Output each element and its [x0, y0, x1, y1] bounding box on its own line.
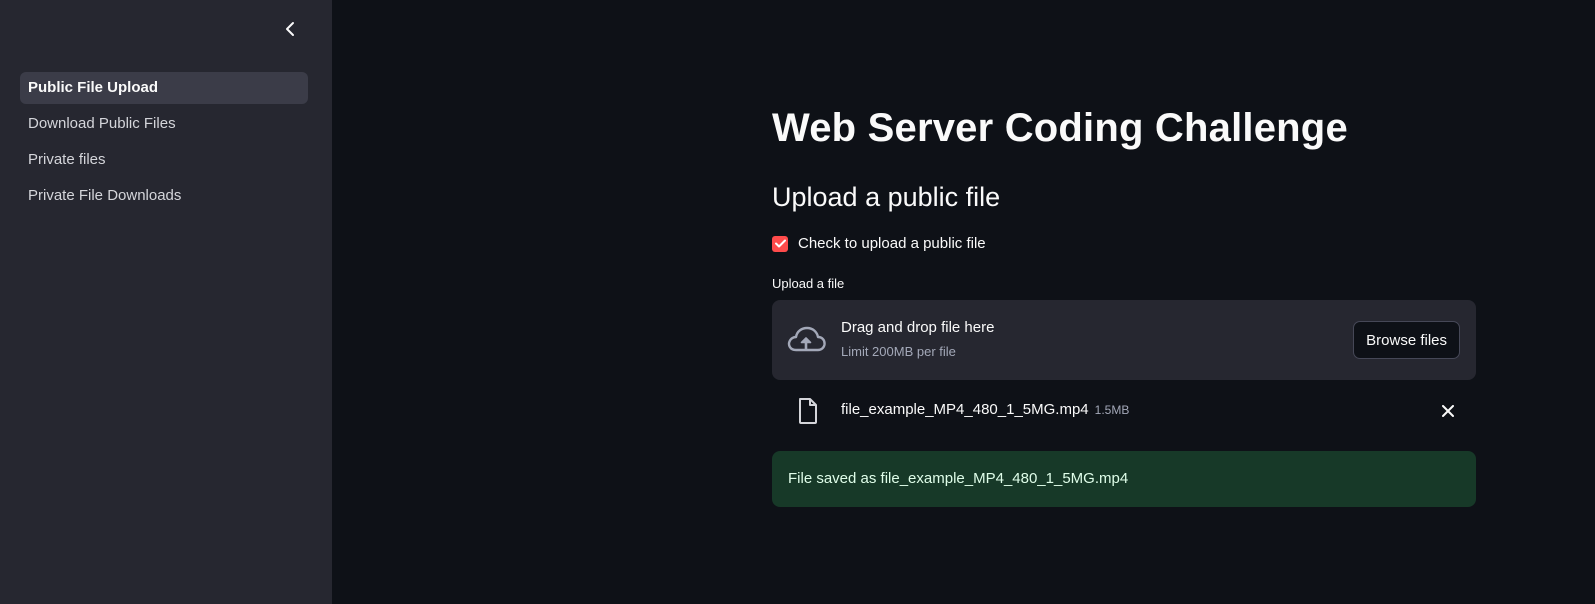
cloud-upload-icon — [787, 326, 826, 352]
page-title: Web Server Coding Challenge — [772, 106, 1348, 150]
dropzone-limit: Limit 200MB per file — [841, 344, 956, 359]
public-upload-checkbox-row[interactable]: Check to upload a public file — [772, 235, 986, 252]
app: Public File Upload Download Public Files… — [0, 0, 1595, 604]
file-uploader-label: Upload a file — [772, 276, 845, 291]
sidebar-nav: Public File Upload Download Public Files… — [20, 72, 308, 216]
uploaded-file-name: file_example_MP4_480_1_5MG.mp4 — [841, 401, 1089, 418]
success-alert: File saved as file_example_MP4_480_1_5MG… — [772, 451, 1476, 507]
chevron-left-icon — [286, 22, 294, 36]
uploaded-file-size: 1.5MB — [1094, 403, 1130, 417]
sidebar-item-public-file-upload[interactable]: Public File Upload — [20, 72, 308, 104]
sidebar-item-private-files[interactable]: Private files — [20, 144, 308, 176]
dropzone-instructions: Drag and drop file here Limit 200MB per … — [841, 319, 994, 359]
dropzone-title: Drag and drop file here — [841, 319, 995, 336]
uploaded-file-info: file_example_MP4_480_1_5MG.mp4 1.5MB — [841, 401, 1129, 418]
sidebar: Public File Upload Download Public Files… — [0, 0, 332, 604]
checkbox-label: Check to upload a public file — [798, 235, 986, 252]
sidebar-item-download-public-files[interactable]: Download Public Files — [20, 108, 308, 140]
browse-files-button[interactable]: Browse files — [1353, 321, 1460, 359]
file-dropzone[interactable]: Drag and drop file here Limit 200MB per … — [772, 300, 1476, 380]
file-icon — [799, 398, 817, 424]
uploaded-file-row: file_example_MP4_480_1_5MG.mp4 1.5MB — [772, 395, 1476, 427]
public-upload-checkbox[interactable] — [772, 235, 788, 252]
collapse-sidebar-button[interactable] — [278, 16, 302, 42]
sidebar-item-private-file-downloads[interactable]: Private File Downloads — [20, 180, 308, 212]
remove-file-button[interactable] — [1436, 399, 1460, 423]
section-subheader: Upload a public file — [772, 182, 1001, 212]
close-icon — [1442, 405, 1454, 417]
check-icon — [774, 239, 786, 248]
